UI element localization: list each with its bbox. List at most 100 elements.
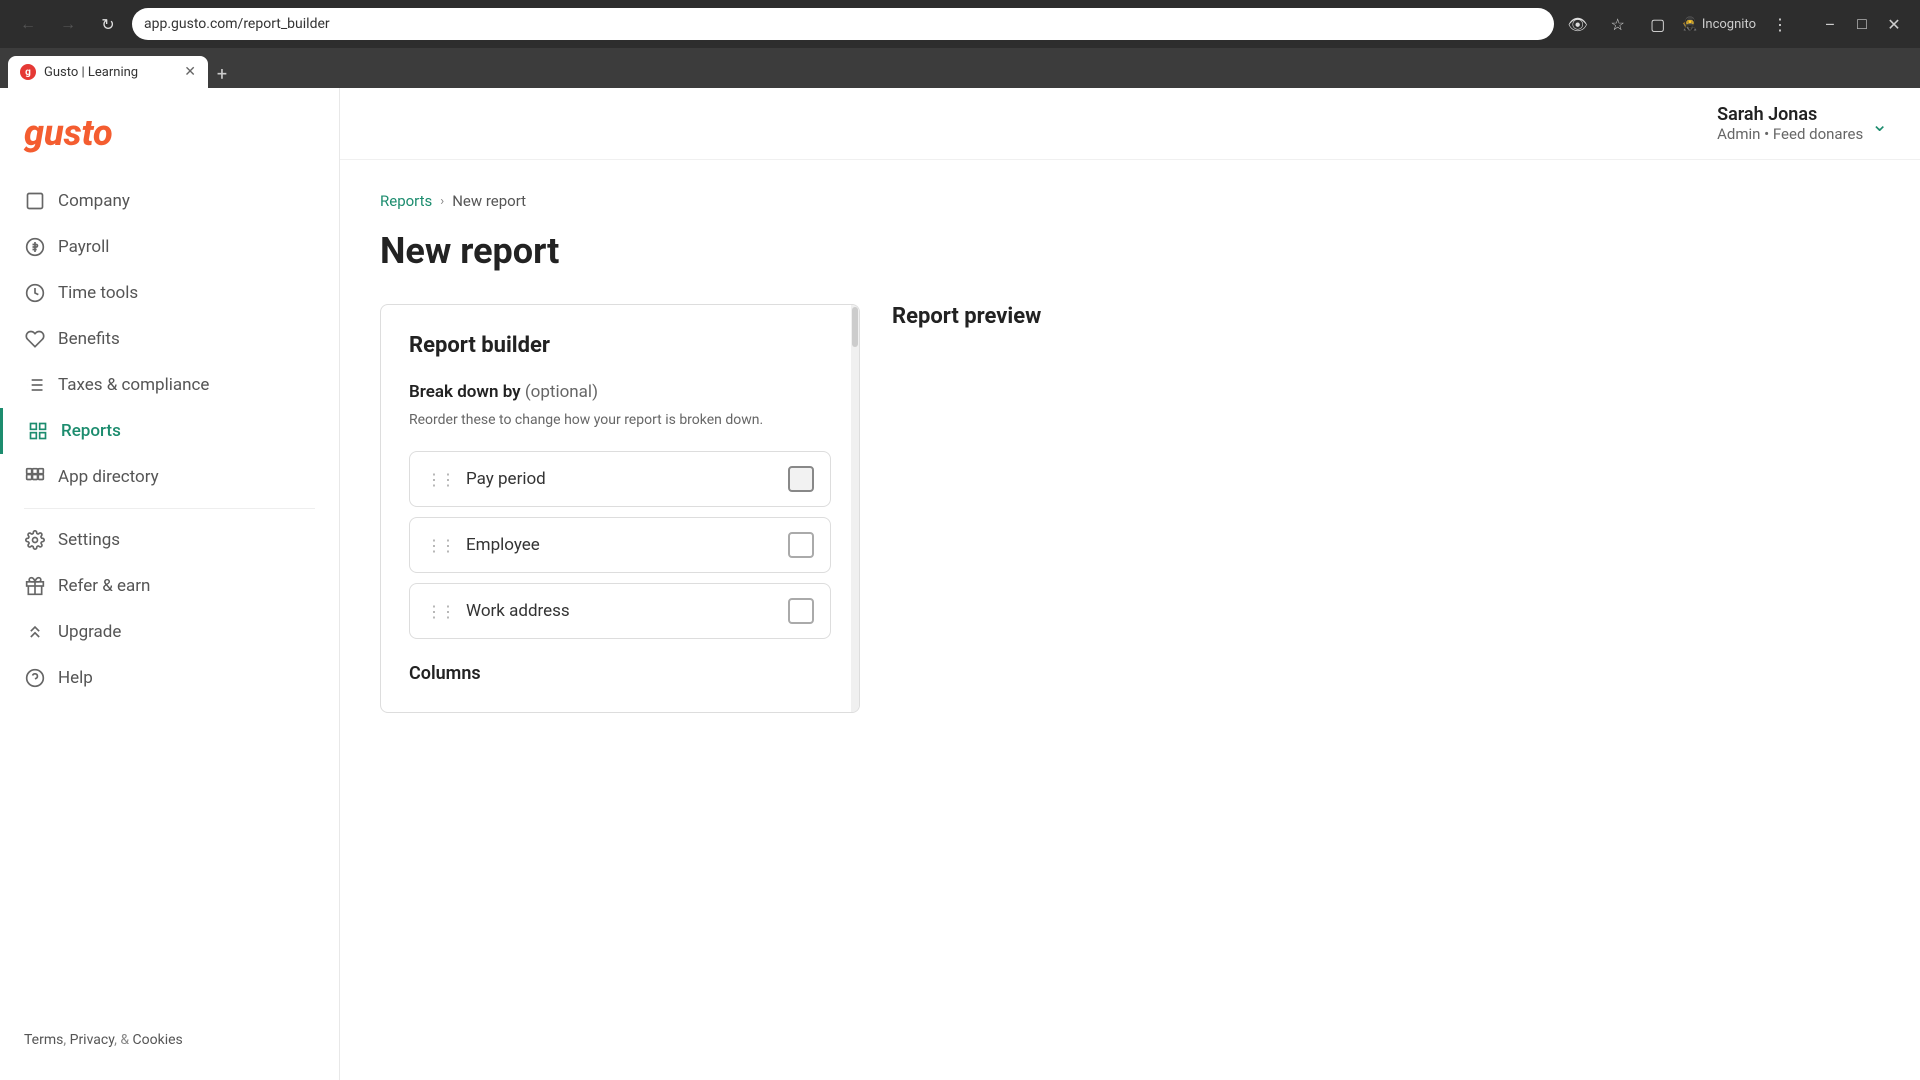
sidebar-item-app-directory[interactable]: App directory [0,454,339,500]
sidebar-item-payroll[interactable]: Payroll [0,224,339,270]
user-name: Sarah Jonas [1717,104,1863,125]
sidebar-nav: Company Payroll Time tools [0,178,339,1016]
breadcrumb-separator: › [440,194,444,209]
new-tab-button[interactable]: + [208,60,236,88]
sidebar-item-refer[interactable]: Refer & earn [0,563,339,609]
window-controls: – □ ✕ [1816,10,1908,38]
address-text: app.gusto.com/report_builder [144,16,330,32]
drag-item-employee[interactable]: ⋮⋮ Employee [409,517,831,573]
heart-icon [24,328,46,350]
gift-icon [24,575,46,597]
sidebar-label-app-directory: App directory [58,467,159,487]
report-preview-panel: Report preview [892,304,1880,329]
app-container: gusto Company Payroll T [0,88,1920,1080]
eye-icon[interactable]: 👁 [1562,8,1594,40]
user-menu-chevron[interactable]: ⌄ [1871,112,1888,136]
drag-handle-employee: ⋮⋮ [426,536,454,555]
drag-item-work-address[interactable]: ⋮⋮ Work address [409,583,831,639]
sidebar-label-time-tools: Time tools [58,283,138,303]
sidebar: gusto Company Payroll T [0,88,340,1080]
logo-text: gusto [24,112,113,154]
drag-item-pay-period[interactable]: ⋮⋮ Pay period [409,451,831,507]
forward-button[interactable]: → [52,8,84,40]
incognito-label: Incognito [1702,17,1756,32]
star-icon[interactable]: ☆ [1602,8,1634,40]
browser-window-controls: ← → ↻ app.gusto.com/report_builder 👁 ☆ ▢… [0,0,1920,48]
user-info: Sarah Jonas Admin • Feed donares ⌄ [1717,104,1888,143]
tab-favicon: g [20,64,36,80]
sidebar-divider [24,508,315,509]
sidebar-item-taxes[interactable]: Taxes & compliance [0,362,339,408]
sidebar-label-reports: Reports [61,421,121,441]
sidebar-item-company[interactable]: Company [0,178,339,224]
drag-label-work-address: Work address [466,601,788,621]
incognito-icon: 🥷 [1682,17,1698,32]
gear-icon [24,529,46,551]
list-icon [24,374,46,396]
report-preview-title: Report preview [892,304,1880,329]
sidebar-label-help: Help [58,668,93,688]
sidebar-item-upgrade[interactable]: Upgrade [0,609,339,655]
breadcrumb-current: New report [452,192,526,210]
panel-scroll-area: Report builder Break down by (optional) … [381,305,859,712]
close-button[interactable]: ✕ [1880,10,1908,38]
panel-title: Report builder [409,333,831,358]
sidebar-item-settings[interactable]: Settings [0,517,339,563]
sidebar-label-company: Company [58,191,130,211]
tab-close-button[interactable]: ✕ [184,64,196,80]
back-button[interactable]: ← [12,8,44,40]
user-role: Admin • Feed donares [1717,125,1863,143]
incognito-badge: 🥷 Incognito [1682,17,1756,32]
terms-link[interactable]: Terms [24,1032,63,1048]
checkbox-employee[interactable] [788,532,814,558]
drag-handle-work-address: ⋮⋮ [426,602,454,621]
minimize-button[interactable]: – [1816,10,1844,38]
address-bar[interactable]: app.gusto.com/report_builder [132,8,1554,40]
breadcrumb-reports-link[interactable]: Reports [380,192,432,210]
drag-handle-pay-period: ⋮⋮ [426,470,454,489]
sidebar-label-upgrade: Upgrade [58,622,121,642]
break-down-desc: Reorder these to change how your report … [409,410,831,431]
sidebar-item-reports[interactable]: Reports [0,408,339,454]
building-icon [24,190,46,212]
clock-icon [24,282,46,304]
checkbox-pay-period[interactable] [788,466,814,492]
help-icon [24,667,46,689]
columns-label: Columns [409,663,831,684]
menu-button[interactable]: ⋮ [1764,8,1796,40]
reload-button[interactable]: ↻ [92,8,124,40]
drag-label-employee: Employee [466,535,788,555]
sidebar-item-time-tools[interactable]: Time tools [0,270,339,316]
active-tab[interactable]: g Gusto | Learning ✕ [8,56,208,88]
sidebar-label-benefits: Benefits [58,329,120,349]
tab-title: Gusto | Learning [44,65,176,80]
panel-scrollbar-track [851,305,859,712]
report-builder-panel: Report builder Break down by (optional) … [380,304,860,713]
sidebar-label-refer: Refer & earn [58,576,150,596]
sidebar-label-taxes: Taxes & compliance [58,375,209,395]
sidebar-item-help[interactable]: Help [0,655,339,701]
two-col-layout: Report builder Break down by (optional) … [380,304,1880,713]
sidebar-label-payroll: Payroll [58,237,109,257]
maximize-button[interactable]: □ [1848,10,1876,38]
break-down-label: Break down by (optional) [409,382,831,402]
browser-nav-controls: ← → ↻ [12,8,124,40]
logo: gusto [0,104,339,178]
breadcrumb: Reports › New report [380,192,1880,210]
upgrade-icon [24,621,46,643]
tab-bar: g Gusto | Learning ✕ + [0,48,1920,88]
grid-icon [27,420,49,442]
apps-icon [24,466,46,488]
dollar-icon [24,236,46,258]
cookies-link[interactable]: Cookies [133,1032,183,1048]
main-wrapper: Sarah Jonas Admin • Feed donares ⌄ Repor… [340,88,1920,1080]
panel-scrollbar-thumb[interactable] [852,307,858,347]
checkbox-work-address[interactable] [788,598,814,624]
sidebar-footer: Terms, Privacy, & Cookies [0,1016,339,1064]
window-icon[interactable]: ▢ [1642,8,1674,40]
page-title: New report [380,230,1880,272]
sidebar-item-benefits[interactable]: Benefits [0,316,339,362]
address-bar-right: 👁 ☆ ▢ 🥷 Incognito ⋮ [1562,8,1796,40]
privacy-link[interactable]: Privacy [70,1032,115,1048]
app-header: Sarah Jonas Admin • Feed donares ⌄ [340,88,1920,160]
